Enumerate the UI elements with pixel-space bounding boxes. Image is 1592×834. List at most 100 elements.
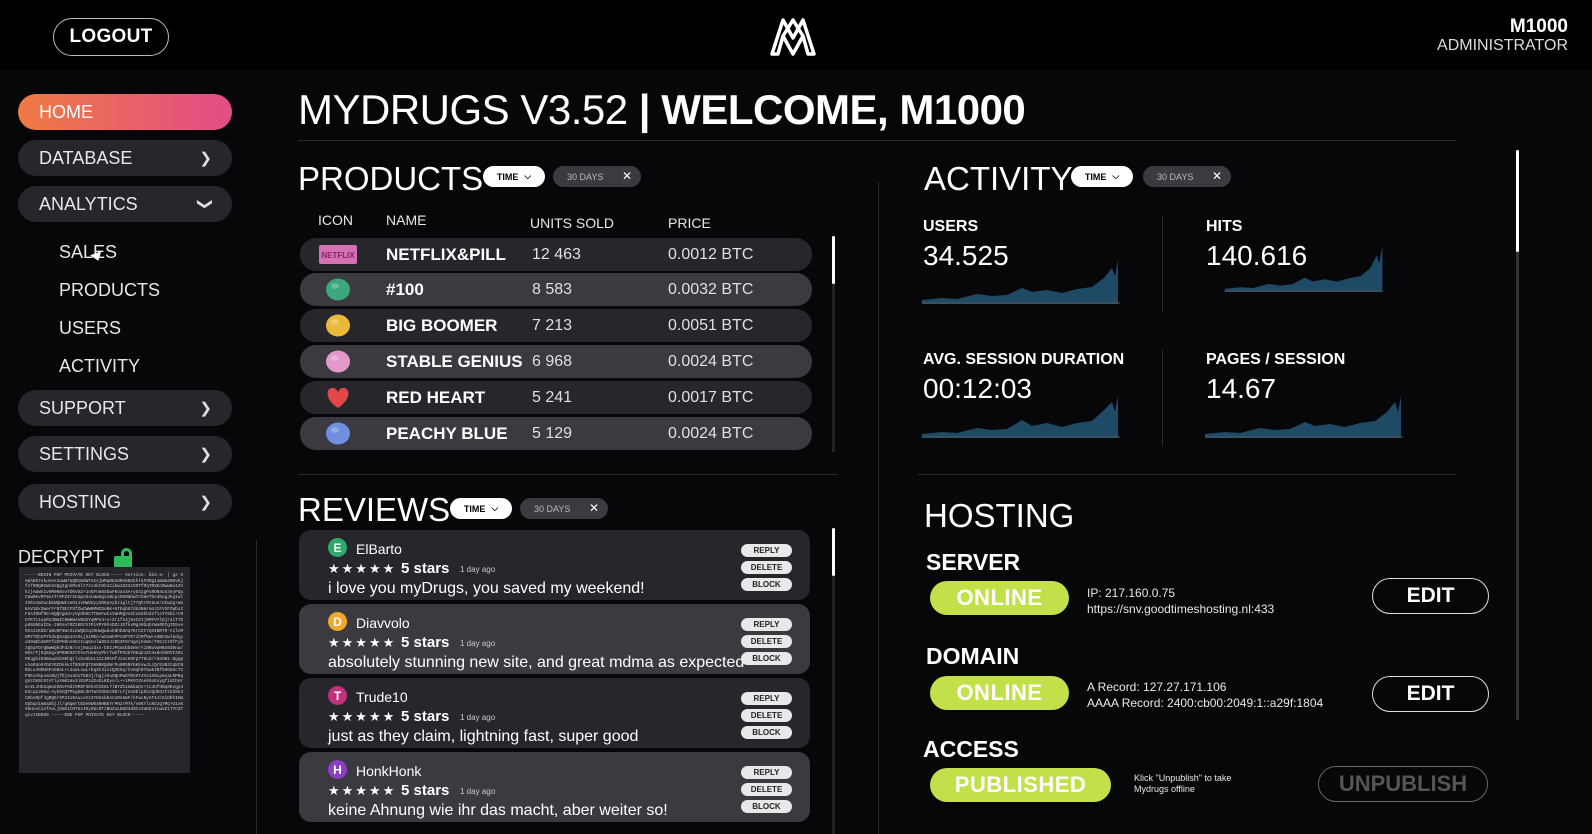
products-range-chip[interactable]: 30 DAYS ✕ xyxy=(553,166,641,187)
star-rating-icon: ★★★★★ xyxy=(328,635,397,650)
delete-button[interactable]: DELETE xyxy=(741,561,792,574)
session-duration-sparkline xyxy=(922,396,1120,438)
edit-domain-button[interactable]: EDIT xyxy=(1372,676,1489,712)
delete-button[interactable]: DELETE xyxy=(741,783,792,796)
stat-label-users: USERS xyxy=(923,218,979,235)
users-sparkline xyxy=(922,260,1120,304)
sidebar-item-support[interactable]: SUPPORT ❯ xyxy=(18,390,232,426)
access-label: ACCESS xyxy=(923,736,1019,762)
domain-label: DOMAIN xyxy=(926,643,1020,669)
table-row[interactable]: BIG BOOMER 7 213 0.0051 BTC xyxy=(300,309,812,342)
review-rating: 5 stars xyxy=(401,634,450,651)
sidebar-item-analytics[interactable]: ANALYTICS ❯ xyxy=(18,186,232,222)
pgp-key-textarea[interactable]: -----BEGIN PGP PRIVATE KEY BLOCK----- Ve… xyxy=(19,567,190,773)
user-name: M1000 xyxy=(1509,16,1568,37)
app-version: MYDRUGS V3.52 xyxy=(298,86,628,133)
sidebar-item-hosting[interactable]: HOSTING ❯ xyxy=(18,484,232,520)
hosting-title: HOSTING xyxy=(924,497,1075,534)
products-title: PRODUCTS xyxy=(298,160,484,197)
chevron-right-icon: ❯ xyxy=(199,400,212,417)
close-icon[interactable]: ✕ xyxy=(1212,169,1222,183)
edit-server-button[interactable]: EDIT xyxy=(1372,578,1489,614)
product-price: 0.0051 BTC xyxy=(668,317,754,334)
reviews-time-dropdown[interactable]: TIME ⌵ xyxy=(450,498,512,519)
range-label: 30 DAYS xyxy=(534,503,571,514)
delete-button[interactable]: DELETE xyxy=(741,635,792,648)
page-title: MYDRUGS V3.52 | WELCOME, M1000 xyxy=(298,86,1026,134)
review-card: D Diavvolo ★★★★★ 5 stars 1 day ago absolutely… xyxy=(299,604,810,674)
domain-info: A Record: 127.27.171.106 AAAA Record: 24… xyxy=(1087,679,1323,711)
reply-button[interactable]: REPLY xyxy=(741,766,792,779)
sidebar-item-label: ANALYTICS xyxy=(39,193,138,214)
sidebar-item-home[interactable]: HOME xyxy=(18,94,232,130)
user-box[interactable]: M1000 ADMINISTRATOR xyxy=(1437,17,1568,55)
block-button[interactable]: BLOCK xyxy=(741,578,792,591)
divider xyxy=(878,182,879,834)
green-pill-icon xyxy=(326,278,350,301)
delete-button[interactable]: DELETE xyxy=(741,709,792,722)
table-row[interactable]: RED HEART 5 241 0.0017 BTC xyxy=(300,381,812,414)
chevron-right-icon: ❯ xyxy=(199,494,212,511)
domain-aaaa-record: AAAA Record: 2400:cb00:2049:1::a29f:1804 xyxy=(1087,696,1324,710)
unpublish-button[interactable]: UNPUBLISH xyxy=(1318,766,1488,802)
reviews-scroll-thumb[interactable] xyxy=(832,528,835,576)
logout-button[interactable]: LOGOUT xyxy=(53,18,169,56)
divider xyxy=(918,474,1456,475)
subnav-item-sales[interactable]: SALES xyxy=(59,242,117,263)
sidebar-item-database[interactable]: DATABASE ❯ xyxy=(18,140,232,176)
block-button[interactable]: BLOCK xyxy=(741,652,792,665)
product-price: 0.0012 BTC xyxy=(668,246,754,263)
close-icon[interactable]: ✕ xyxy=(622,169,632,183)
products-time-dropdown[interactable]: TIME ⌵ xyxy=(483,166,545,187)
product-name: #100 xyxy=(386,280,424,299)
divider xyxy=(1162,216,1163,312)
reviews-range-chip[interactable]: 30 DAYS ✕ xyxy=(520,498,608,519)
unlocked-lock-icon[interactable] xyxy=(113,547,132,568)
chevron-right-icon: ❯ xyxy=(199,150,212,167)
block-button[interactable]: BLOCK xyxy=(741,800,792,813)
product-price: 0.0024 BTC xyxy=(668,425,754,442)
products-scroll-thumb[interactable] xyxy=(832,236,835,284)
server-url[interactable]: https://snv.goodtimeshosting.nl:433 xyxy=(1087,601,1274,617)
activity-time-dropdown[interactable]: TIME ⌵ xyxy=(1071,166,1133,187)
review-author: Trude10 xyxy=(356,689,408,705)
review-age: 1 day ago xyxy=(460,639,496,648)
table-row[interactable]: NETFLIX NETFLIX&PILL 12 463 0.0012 BTC xyxy=(300,238,812,271)
red-heart-pill-icon xyxy=(327,387,349,408)
column-header: PRICE xyxy=(668,215,711,231)
subnav-item-products[interactable]: PRODUCTS xyxy=(59,280,160,301)
reply-button[interactable]: REPLY xyxy=(741,692,792,705)
reply-button[interactable]: REPLY xyxy=(741,618,792,631)
review-age: 1 day ago xyxy=(460,565,496,574)
units-sold: 6 968 xyxy=(532,353,573,370)
divider xyxy=(1162,350,1163,446)
activity-range-chip[interactable]: 30 DAYS ✕ xyxy=(1143,166,1231,187)
stat-label-pages-session: PAGES / SESSION xyxy=(1206,351,1346,368)
sidebar-item-label: DATABASE xyxy=(39,147,133,168)
table-row[interactable]: PEACHY BLUE 5 129 0.0024 BTC xyxy=(300,417,812,450)
title-separator: | xyxy=(638,86,651,133)
table-row[interactable]: STABLE GENIUS 6 968 0.0024 BTC xyxy=(300,345,812,378)
subnav-item-users[interactable]: USERS xyxy=(59,318,121,339)
product-name: RED HEART xyxy=(386,388,486,407)
reply-button[interactable]: REPLY xyxy=(741,544,792,557)
product-name: PEACHY BLUE xyxy=(386,424,508,443)
blue-pill-icon xyxy=(326,422,350,445)
mydrugs-logo[interactable] xyxy=(770,14,816,58)
block-button[interactable]: BLOCK xyxy=(741,726,792,739)
review-age: 1 day ago xyxy=(460,713,496,722)
reviews-title: REVIEWS xyxy=(298,491,451,528)
table-row[interactable]: #100 8 583 0.0032 BTC xyxy=(300,273,812,306)
review-text: just as they claim, lightning fast, supe… xyxy=(328,728,639,745)
product-name: BIG BOOMER xyxy=(386,316,498,335)
review-text: keine Ahnung wie ihr das macht, aber wei… xyxy=(328,802,668,819)
subnav-item-activity[interactable]: ACTIVITY xyxy=(59,356,140,377)
units-sold: 12 463 xyxy=(532,246,581,263)
review-card: E ElBarto ★★★★★ 5 stars 1 day ago i love you … xyxy=(299,530,810,600)
chevron-down-icon: ❯ xyxy=(196,197,214,211)
sidebar-item-settings[interactable]: SETTINGS ❯ xyxy=(18,436,232,472)
page-scroll-thumb[interactable] xyxy=(1516,150,1519,252)
divider xyxy=(256,540,257,834)
time-label: TIME xyxy=(1084,171,1107,182)
close-icon[interactable]: ✕ xyxy=(589,501,599,515)
